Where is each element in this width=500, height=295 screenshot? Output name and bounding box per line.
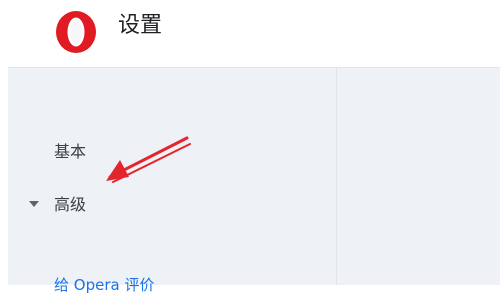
sidebar-item-advanced[interactable]: 高级 [29, 195, 86, 215]
caret-down-icon [29, 200, 39, 207]
opera-logo-icon [56, 11, 96, 53]
settings-content [337, 68, 500, 285]
red-arrow-icon [106, 136, 191, 183]
rate-opera-link[interactable]: 给 Opera 评价 [54, 275, 154, 295]
sidebar-item-label: 高级 [54, 195, 87, 214]
page-title: 设置 [118, 13, 163, 38]
sidebar-item-basic[interactable]: 基本 [54, 142, 86, 162]
window-left-edge [0, 0, 8, 285]
sidebar-item-label: 基本 [54, 142, 87, 161]
settings-header: 设置 [8, 0, 500, 68]
